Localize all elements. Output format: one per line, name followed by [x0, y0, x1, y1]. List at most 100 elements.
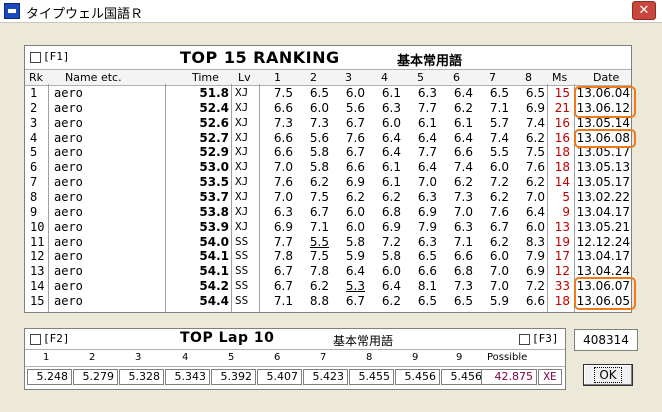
- lap-value-box: 5.407: [257, 369, 302, 385]
- lap-cell: 6.9: [417, 204, 437, 219]
- lap-value-box: 5.343: [165, 369, 210, 385]
- lap-cell: 7.0: [525, 189, 545, 204]
- lap-cell: 8.3: [525, 234, 545, 249]
- lap-cell: 7.7: [417, 145, 437, 160]
- name-cell: aero: [54, 293, 83, 308]
- rank-cell: 3: [30, 115, 38, 130]
- miss-cell: 18: [554, 293, 570, 308]
- level-cell: XJ: [235, 160, 249, 174]
- lap-cell: 7.0: [273, 189, 293, 204]
- level-cell: XJ: [235, 219, 249, 233]
- lap-cell: 5.8: [345, 234, 365, 249]
- time-cell: 54.1: [199, 249, 229, 264]
- lap-col: 2: [89, 352, 96, 363]
- rank-cell: 15: [30, 293, 45, 308]
- col-lv: Lv: [238, 71, 251, 84]
- date-cell: 12.12.24: [576, 234, 630, 249]
- lap-value-box: 5.456: [441, 369, 486, 385]
- lap-value-box: 5.248: [27, 369, 72, 385]
- lap-cell: 6.1: [417, 115, 437, 130]
- lap-cell: 6.7: [273, 264, 293, 279]
- lap-cell: 7.3: [453, 279, 473, 294]
- miss-cell: 12: [554, 264, 570, 279]
- table-row: 9 aero 53.8 XJ 6.3 6.7 6.0 6.8 6.9 7.0 7.6 6.4 9 13.0…: [25, 205, 631, 220]
- lap-cell: 8.8: [309, 293, 329, 308]
- lap-cell: 6.2: [453, 100, 473, 115]
- lap-cell: 6.2: [453, 175, 473, 190]
- level-cell: XJ: [235, 100, 249, 114]
- rank-cell: 8: [30, 189, 38, 204]
- rank-cell: 4: [30, 130, 38, 145]
- ok-label: OK: [594, 367, 622, 383]
- lap-cell: 7.0: [417, 175, 437, 190]
- table-row: 7 aero 53.5 XJ 7.6 6.2 6.9 6.1 7.0 6.2 7.2 6.2 14 13.…: [25, 175, 631, 190]
- level-cell: SS: [235, 264, 249, 278]
- f1-label: [F1]: [43, 50, 70, 63]
- lap-cell: 6.3: [381, 100, 401, 115]
- lap-panel: [F2] TOP Lap 10 基本常用語 [F3] 1 2 3 4 5 6 7…: [24, 328, 566, 390]
- date-highlight: [574, 86, 636, 118]
- lap-col: 4: [182, 352, 189, 363]
- miss-cell: 15: [554, 86, 570, 100]
- lap-cell: 7.9: [417, 219, 437, 234]
- ranking-header: [F1] TOP 15 RANKING 基本常用語: [25, 46, 631, 69]
- lap-cell: 5.8: [381, 249, 401, 264]
- lap-cell: 7.8: [309, 264, 329, 279]
- f3-checkbox[interactable]: [519, 334, 530, 345]
- miss-cell: 18: [554, 160, 570, 175]
- level-cell: XJ: [235, 204, 249, 218]
- table-row: 11 aero 54.0 SS 7.7 5.5 5.8 7.2 6.3 7.1 6.2 8.3 19 12…: [25, 235, 631, 250]
- lap-cell: 6.3: [453, 219, 473, 234]
- miss-cell: 13: [554, 219, 570, 234]
- lap-cell: 6.0: [525, 219, 545, 234]
- lap-cell: 6.7: [345, 293, 365, 308]
- lap-cell: 5.9: [345, 249, 365, 264]
- lap-cell: 5.5: [489, 145, 509, 160]
- lap-cell: 7.1: [489, 100, 509, 115]
- time-cell: 52.7: [199, 130, 229, 145]
- lap-cell: 7.4: [525, 115, 545, 130]
- lap-cell: 6.0: [489, 160, 509, 175]
- lap-cell: 6.4: [453, 130, 473, 145]
- miss-cell: 17: [554, 249, 570, 264]
- lap-cell: 6.7: [309, 204, 329, 219]
- ranking-subtitle: 基本常用語: [397, 54, 463, 69]
- lap-value-box: 5.423: [303, 369, 348, 385]
- lap-cell: 8.1: [417, 279, 437, 294]
- lap-cell: 7.2: [381, 234, 401, 249]
- lap-cell: 7.5: [309, 189, 329, 204]
- col-lap6: 6: [453, 71, 460, 84]
- rank-cell: 6: [30, 160, 38, 175]
- col-date: Date: [593, 71, 620, 84]
- lap-cell: 6.0: [489, 249, 509, 264]
- lap-cell: 7.2: [525, 279, 545, 294]
- close-button[interactable]: ✕: [632, 1, 656, 20]
- table-row: 5 aero 52.9 XJ 6.6 5.8 6.7 6.4 7.7 6.6 5.5 7.5 18 13.…: [25, 145, 631, 160]
- level-cell: XJ: [235, 175, 249, 189]
- time-cell: 54.2: [199, 279, 229, 294]
- lap-cell: 6.6: [525, 293, 545, 308]
- lap-cell: 7.6: [525, 160, 545, 175]
- f1-checkbox[interactable]: [30, 52, 41, 63]
- title-bar: タイプウェル国語Ｒ ✕: [0, 0, 662, 23]
- miss-cell: 21: [554, 100, 570, 115]
- lap-cell: 6.6: [273, 145, 293, 160]
- time-cell: 54.1: [199, 264, 229, 279]
- time-cell: 52.9: [199, 145, 229, 160]
- table-row: 10 aero 53.9 XJ 6.9 7.1 6.0 6.9 7.9 6.3 6.7 6.0 13 13…: [25, 220, 631, 235]
- f2-checkbox[interactable]: [30, 334, 41, 345]
- lap-cell: 6.7: [345, 115, 365, 130]
- lap-cell: 7.9: [525, 249, 545, 264]
- rank-cell: 9: [30, 204, 38, 219]
- ok-button[interactable]: OK: [583, 364, 633, 386]
- lap-col-possible: Possible: [487, 352, 528, 363]
- table-row: 2 aero 52.4 XJ 6.6 6.0 5.6 6.3 7.7 6.2 7.1 6.9 21 13.…: [25, 101, 631, 116]
- table-row: 12 aero 54.1 SS 7.8 7.5 5.9 5.8 6.5 6.6 6.0 7.9 17 13…: [25, 249, 631, 264]
- name-cell: aero: [54, 204, 83, 219]
- lap-cell: 6.6: [345, 160, 365, 175]
- lap-cell: 6.1: [381, 160, 401, 175]
- lap-cell: 7.0: [489, 264, 509, 279]
- rank-cell: 11: [30, 234, 45, 249]
- time-cell: 53.9: [199, 219, 229, 234]
- table-row: 6 aero 53.0 XJ 7.0 5.8 6.6 6.1 6.4 7.4 6.0 7.6 18 13.…: [25, 160, 631, 175]
